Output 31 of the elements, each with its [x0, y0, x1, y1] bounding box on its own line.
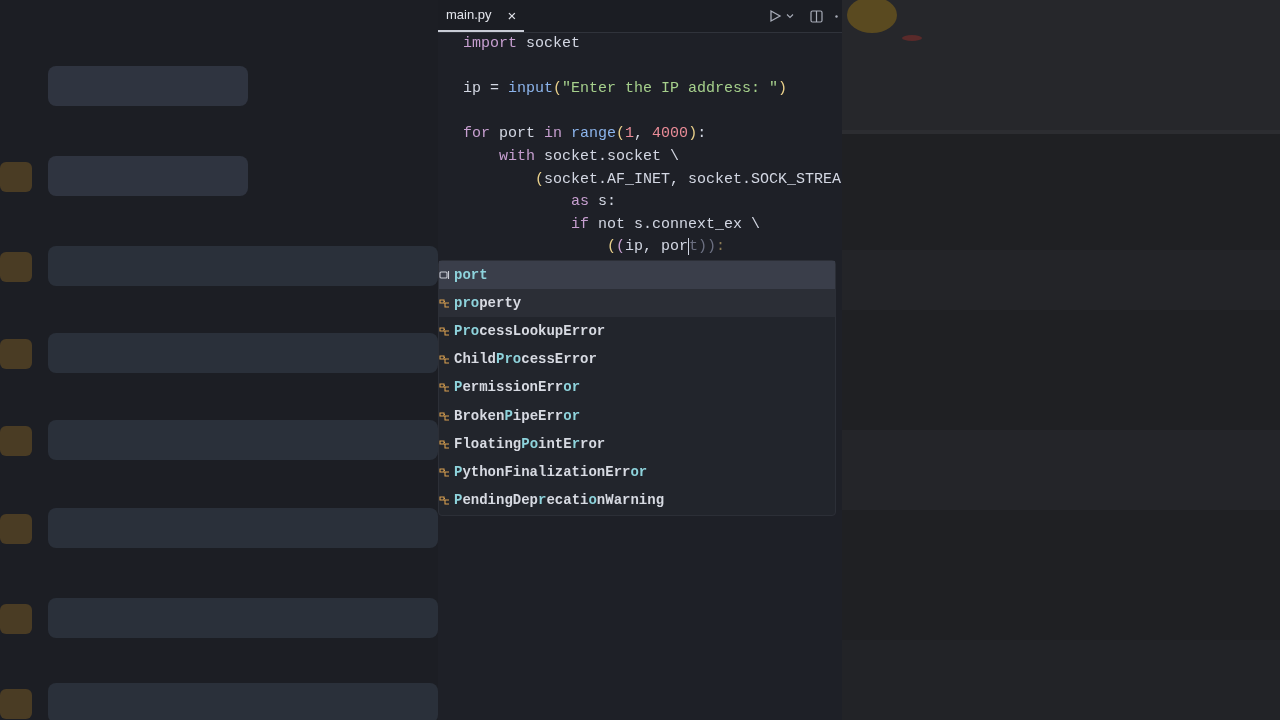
class-icon — [439, 354, 451, 366]
code-line: for port in range(1, 4000): — [463, 124, 707, 145]
split-editor-icon[interactable] — [810, 9, 823, 23]
completion-item[interactable]: ChildProcessError — [439, 345, 835, 374]
code-line: as s: — [570, 192, 617, 213]
code-line: import socket — [463, 34, 581, 54]
completion-item[interactable]: PermissionError — [439, 373, 835, 402]
variable-icon — [439, 270, 451, 281]
completion-item[interactable]: ProcessLookupError — [439, 317, 835, 346]
class-icon — [439, 410, 451, 422]
class-icon — [439, 466, 451, 478]
class-icon — [439, 325, 451, 337]
completion-item[interactable]: port — [439, 261, 835, 290]
code-line: ip = input("Enter the IP address: ") — [463, 79, 788, 100]
code-line: ((ip, port)): — [606, 236, 726, 258]
code-line: if not s.connext_ex \ — [570, 214, 761, 235]
class-icon — [439, 495, 451, 507]
class-icon — [439, 382, 451, 394]
completion-item[interactable]: PendingDeprecationWarning — [439, 486, 835, 515]
run-icon[interactable] — [768, 9, 782, 23]
completion-item[interactable]: FloatingPointError — [439, 430, 835, 459]
more-icon[interactable] — [835, 14, 838, 18]
completion-item[interactable]: BrokenPipeError — [439, 401, 835, 431]
completion-item[interactable]: property — [439, 289, 835, 318]
class-icon — [439, 297, 451, 309]
close-icon[interactable]: × — [507, 7, 517, 23]
code-line: with socket.socket \ — [498, 146, 680, 167]
code-line: (socket.AF_INET, socket.SOCK_STREA — [534, 169, 842, 190]
chevron-down-icon[interactable] — [786, 12, 794, 20]
completion-item[interactable]: PythonFinalizationError — [439, 458, 835, 487]
class-icon — [439, 438, 451, 450]
